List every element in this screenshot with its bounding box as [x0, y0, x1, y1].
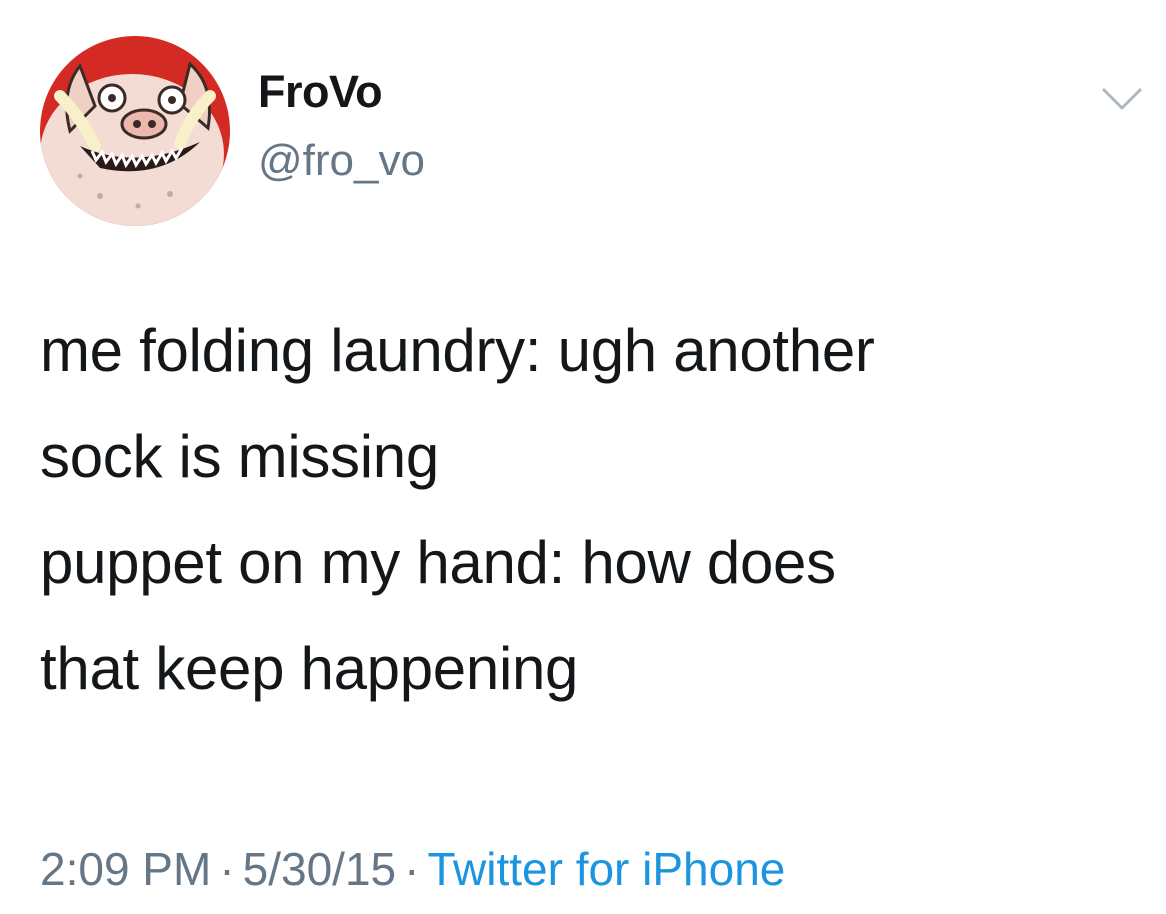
- tweet-date: 5/30/15: [242, 843, 397, 895]
- user-handle[interactable]: @fro_vo: [258, 136, 425, 186]
- avatar[interactable]: [40, 36, 230, 226]
- tweet-text-line: sock is missing: [40, 423, 439, 490]
- tweet-text-line: puppet on my hand: how does: [40, 529, 836, 596]
- separator: ·: [404, 843, 420, 895]
- tweet-source-link[interactable]: Twitter for iPhone: [427, 843, 785, 895]
- separator: ·: [219, 843, 235, 895]
- tweet-metadata: 2:09 PM · 5/30/15 · Twitter for iPhone: [40, 842, 785, 896]
- tweet-time: 2:09 PM: [40, 843, 212, 895]
- pig-puppet-avatar-icon: [40, 36, 230, 226]
- tweet-text: me folding laundry: ugh another sock is …: [40, 298, 1140, 722]
- chevron-down-icon[interactable]: [1098, 78, 1146, 118]
- tweet-text-line: that keep happening: [40, 635, 579, 702]
- display-name[interactable]: FroVo: [258, 66, 383, 118]
- tweet-text-line: me folding laundry: ugh another: [40, 317, 875, 384]
